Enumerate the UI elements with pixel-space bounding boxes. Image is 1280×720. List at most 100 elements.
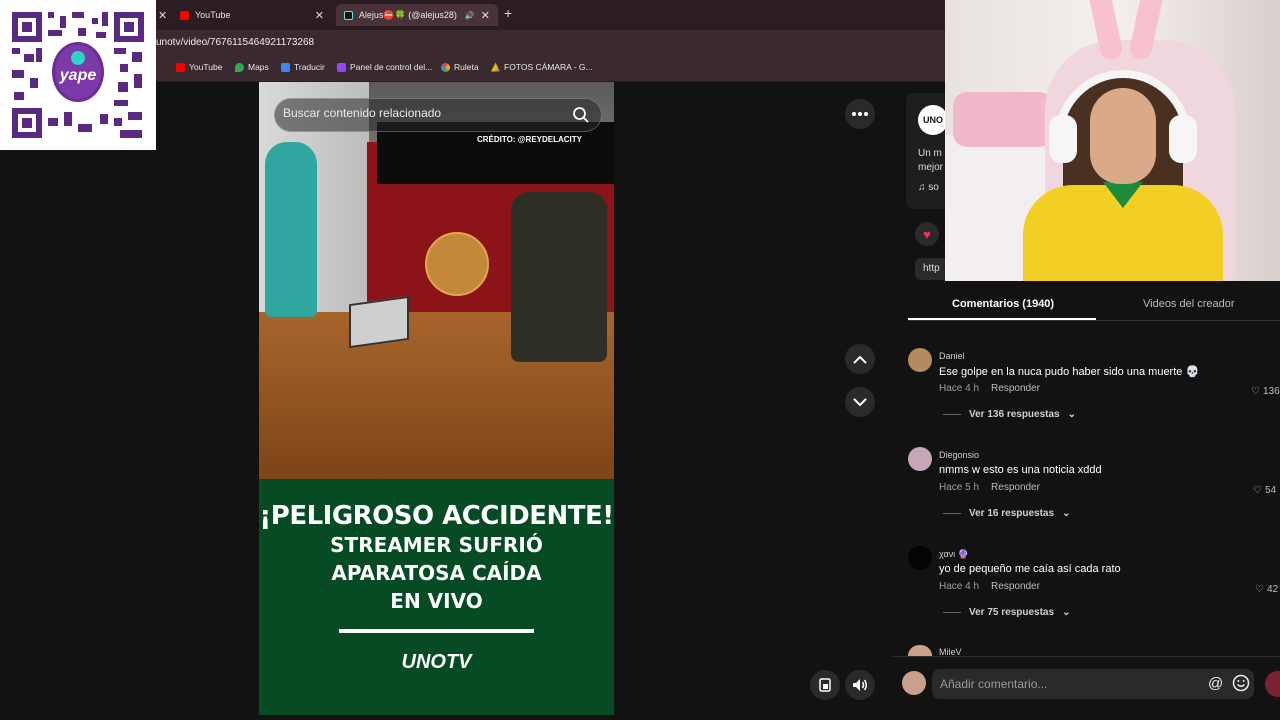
description-text: Un m [918, 148, 942, 159]
youtube-icon [180, 10, 189, 20]
comment-like-button[interactable]: ♡ 136 [1251, 386, 1280, 397]
comment-time: Hace 5 h [939, 482, 980, 493]
wheel-icon [441, 62, 450, 72]
view-replies-label: Ver 75 respuestas [969, 607, 1055, 618]
volume-icon [853, 679, 867, 691]
comment-input[interactable] [932, 669, 1254, 699]
new-tab-button[interactable]: + [504, 5, 512, 21]
bookmark-youtube[interactable]: YouTube [176, 62, 222, 72]
pip-icon [819, 678, 831, 692]
description-text: mejor [918, 162, 944, 173]
comment-time: Hace 4 h [939, 383, 980, 394]
avatar [902, 671, 926, 695]
scene-chair [511, 192, 607, 362]
comment-username[interactable]: MileV [939, 647, 962, 656]
reply-link[interactable]: Responder [991, 581, 1040, 592]
related-search-placeholder[interactable]: Buscar contenido relacionado [283, 106, 441, 120]
close-tab-icon[interactable]: ✕ [315, 9, 324, 22]
video-subline: APARATOSA CAÍDA [331, 561, 542, 585]
chevron-down-icon: ⌄ [1062, 607, 1071, 618]
view-replies-button[interactable]: Ver 16 respuestas ⌄ [943, 508, 1070, 519]
maps-icon [235, 62, 244, 72]
view-replies-label: Ver 136 respuestas [969, 409, 1060, 420]
chevron-up-icon [853, 355, 867, 364]
translate-icon [281, 62, 290, 72]
comment-meta: Hace 4 h Responder [939, 383, 1040, 394]
audio-icon[interactable]: 🔊 [465, 11, 475, 20]
tab-youtube[interactable]: YouTube ✕ [172, 4, 332, 26]
qr-code-icon: yape [8, 8, 148, 142]
bookmark-panel[interactable]: Panel de control del... [337, 62, 432, 72]
divider [943, 513, 961, 514]
qr-code-overlay: yape [0, 0, 156, 150]
comment-text: Ese golpe en la nuca pudo haber sido una… [939, 366, 1200, 378]
cam-pillow [953, 92, 1053, 147]
webcam-overlay [945, 0, 1280, 281]
emoji-icon[interactable] [1232, 674, 1250, 692]
scene-box [349, 295, 409, 349]
comment-like-button[interactable]: ♡ 42 [1255, 584, 1278, 595]
reply-link[interactable]: Responder [991, 482, 1040, 493]
avatar[interactable] [908, 348, 932, 372]
bookmark-traducir[interactable]: Traducir [281, 62, 325, 72]
bookmark-fotos[interactable]: FOTOS CÁMARA - G... [491, 62, 593, 72]
comment-text: yo de pequeño me caía así cada rato [939, 563, 1121, 575]
close-tab-icon[interactable]: ✕ [481, 9, 490, 22]
reply-link[interactable]: Responder [991, 383, 1040, 394]
chevron-down-icon: ⌄ [1067, 409, 1077, 420]
tab-tiktok[interactable]: Alejus⛔🍀 (@alejus28) | T 🔊 ✕ [336, 4, 498, 26]
search-icon[interactable] [572, 106, 590, 124]
like-count: 54 [1264, 485, 1277, 496]
like-button[interactable]: ♥ [915, 222, 939, 246]
bookmark-ruleta[interactable]: Ruleta [441, 62, 479, 72]
comment-meta: Hace 5 h Responder [939, 482, 1040, 493]
close-tab-icon[interactable]: ✕ [158, 9, 167, 22]
view-replies-button[interactable]: Ver 75 respuestas ⌄ [943, 607, 1070, 618]
heart-outline-icon: ♡ [1255, 584, 1264, 595]
cam-earcup [1169, 115, 1197, 163]
url-text[interactable]: unotv/video/7676115464921173268 [156, 37, 314, 48]
previous-video-button[interactable] [845, 344, 875, 374]
more-options-button[interactable] [845, 99, 875, 129]
avatar[interactable] [908, 546, 932, 570]
yape-logo-text: yape [59, 67, 97, 84]
comment-meta: Hace 4 h Responder [939, 581, 1040, 592]
bookmark-maps[interactable]: Maps [235, 62, 269, 72]
mention-icon[interactable]: @ [1208, 675, 1223, 692]
comment-like-button[interactable]: ♡ 54 [1253, 485, 1276, 496]
next-video-button[interactable] [845, 387, 875, 417]
chevron-down-icon: ⌄ [1062, 508, 1071, 519]
like-count: 136 [1262, 386, 1280, 397]
heart-outline-icon: ♡ [1253, 485, 1262, 496]
comment-time: Hace 4 h [939, 581, 980, 592]
comment-text: nmms w esto es una noticia xddd [939, 464, 1102, 476]
video-player[interactable]: Buscar contenido relacionado CRÉDITO: @R… [259, 82, 614, 715]
creator-avatar[interactable]: UNO [918, 105, 948, 135]
comment-username[interactable]: χανι 🔮 [939, 549, 969, 560]
chevron-down-icon [853, 397, 867, 406]
drive-icon [491, 62, 500, 72]
tiktok-icon [344, 10, 353, 20]
scene-logo [425, 232, 489, 296]
view-replies-label: Ver 16 respuestas [969, 508, 1055, 519]
tab-creator-videos[interactable]: Videos del creador [1143, 298, 1235, 310]
ellipsis-icon [852, 112, 868, 116]
avatar[interactable] [908, 447, 932, 471]
divider [908, 320, 1280, 321]
tab-label: YouTube [195, 10, 231, 20]
comment-username[interactable]: Diegonsio [939, 450, 979, 460]
comment-username[interactable]: Daniel [939, 351, 965, 361]
scene-person [265, 142, 317, 317]
divider [943, 414, 961, 415]
picture-in-picture-button[interactable] [810, 670, 840, 700]
youtube-icon [176, 62, 185, 72]
view-replies-button[interactable]: Ver 136 respuestas ⌄ [943, 409, 1076, 420]
video-headline: ¡PELIGROSO ACCIDENTE! [259, 501, 614, 531]
music-label[interactable]: ♫ so [918, 182, 939, 193]
video-caption-panel: ¡PELIGROSO ACCIDENTE! STREAMER SUFRIÓ AP… [259, 479, 614, 715]
tab-comments[interactable]: Comentarios (1940) [952, 298, 1054, 310]
volume-button[interactable] [845, 670, 875, 700]
unotv-logo: UNOTV [401, 651, 472, 673]
video-subline: STREAMER SUFRIÓ [330, 533, 543, 557]
divider [892, 656, 1280, 657]
